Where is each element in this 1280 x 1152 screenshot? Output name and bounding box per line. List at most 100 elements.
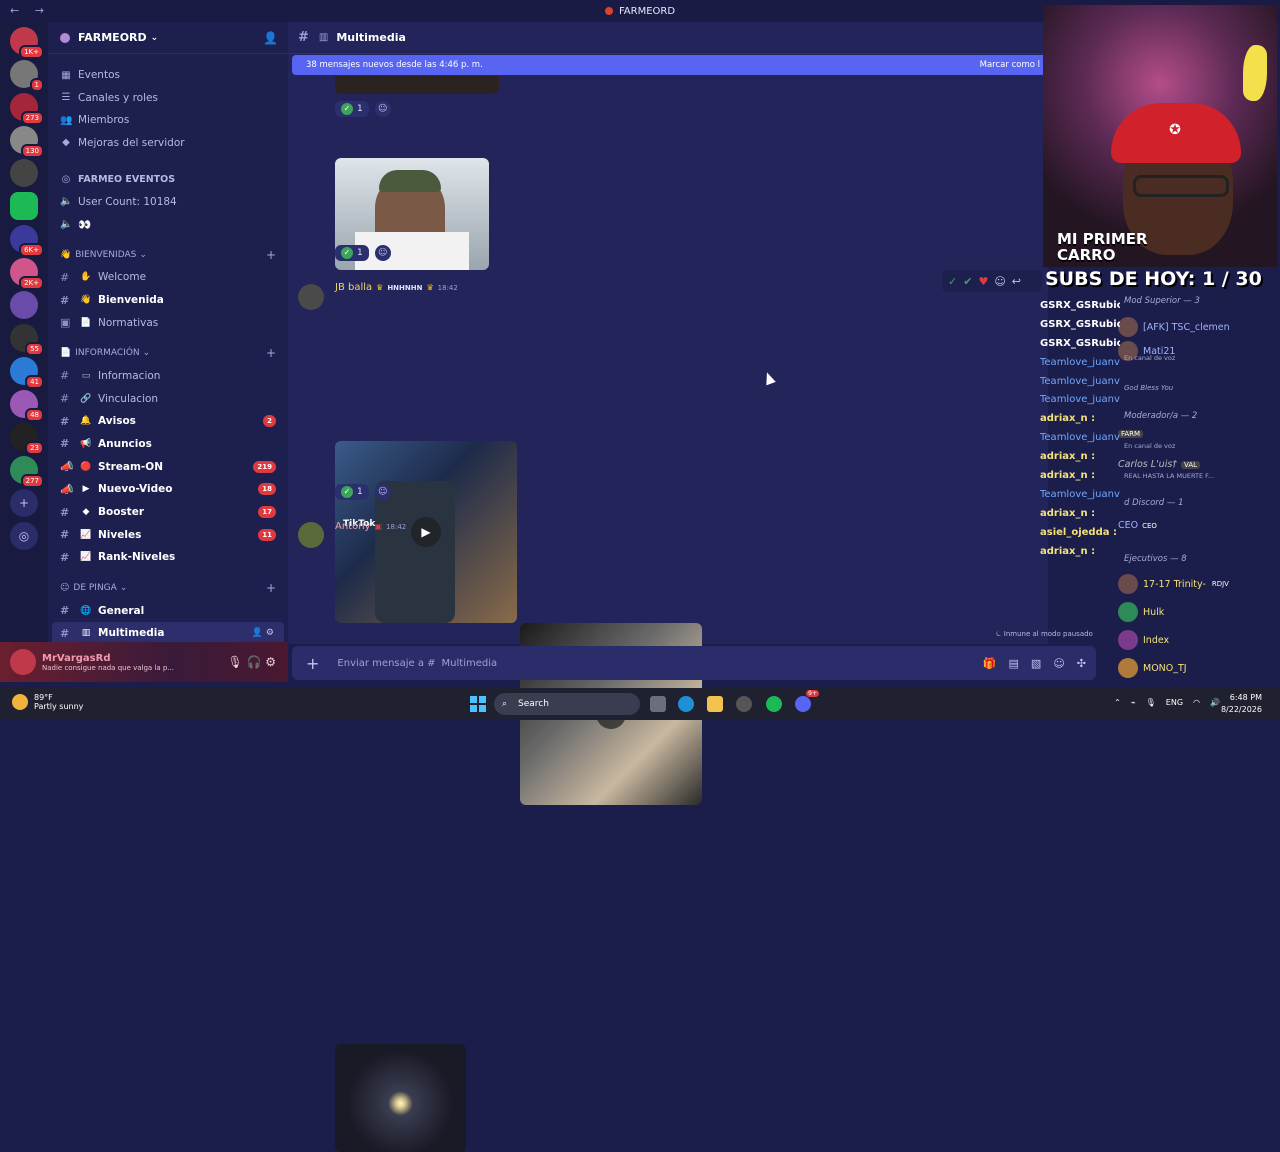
system-tray[interactable]: ⌃ ⌁ 🎙 ENG ◠ 🔊 (1114, 698, 1220, 707)
member-item[interactable]: Hulk (1118, 602, 1164, 622)
server-icon[interactable]: 1 (10, 60, 44, 92)
play-icon[interactable]: ▶ (411, 517, 441, 547)
video-attachment[interactable]: TikTok ▶ (335, 441, 517, 623)
server-icon[interactable]: 1K+ (10, 27, 44, 59)
user-count-channel[interactable]: 🔈 User Count: 10184 (48, 191, 288, 214)
gift-icon[interactable]: 🎁 (983, 657, 997, 670)
reply-icon[interactable]: ↩ (1012, 275, 1021, 288)
taskbar-search[interactable]: ⌕ Search (494, 693, 640, 715)
chevron-up-icon[interactable]: ⌃ (1114, 698, 1121, 707)
add-channel-icon[interactable]: + (266, 346, 276, 360)
emoji-icon[interactable]: ☺ (994, 275, 1005, 288)
gif-icon[interactable]: ▤ (1009, 657, 1019, 670)
section-farmeo-eventos[interactable]: ◎ FARMEO EVENTOS (48, 168, 288, 191)
avatar[interactable] (298, 522, 324, 548)
server-icon[interactable] (10, 192, 38, 220)
server-icon[interactable]: 23 (10, 423, 44, 455)
discover-icon[interactable]: ◎ (10, 522, 38, 550)
channel-bienvenida[interactable]: # 👋 Bienvenida (48, 289, 288, 312)
server-icon[interactable] (10, 291, 38, 319)
channel-rank-niveles[interactable]: # 📈 Rank-Niveles (48, 546, 288, 569)
user-controls[interactable]: 🎙 🎧 ⚙ (227, 655, 276, 669)
server-icon[interactable]: 2K+ (10, 258, 44, 290)
edge-icon[interactable] (678, 696, 694, 712)
menu-eventos[interactable]: ▦ Eventos (48, 64, 288, 87)
channel-niveles[interactable]: # 📈 Niveles 11 (48, 523, 288, 546)
channel-general[interactable]: # 🌐 General (48, 599, 288, 622)
server-icon[interactable]: 6K+ (10, 225, 44, 257)
mark-read-button[interactable]: Marcar como l (980, 60, 1040, 70)
channel-welcome[interactable]: # ✋ Welcome (48, 266, 288, 289)
check-icon[interactable]: ✔ (963, 275, 972, 288)
apps-icon[interactable]: ✣ (1077, 657, 1086, 670)
avatar[interactable] (10, 649, 36, 675)
mic-icon[interactable]: 🎙 (1146, 698, 1156, 707)
author-name[interactable]: JB balla (335, 282, 372, 293)
add-reaction-icon[interactable]: ☺ (374, 484, 391, 500)
heart-icon[interactable]: ♥ (978, 275, 988, 288)
add-attachment-icon[interactable]: + (306, 654, 319, 673)
task-view-icon[interactable] (650, 696, 666, 712)
discord-icon[interactable]: 9+ (795, 690, 819, 712)
channel-anuncios[interactable]: # 📢 Anuncios (48, 433, 288, 456)
obs-icon[interactable] (736, 696, 752, 712)
previous-image[interactable] (335, 76, 499, 94)
file-explorer-icon[interactable] (707, 696, 723, 712)
member-item[interactable]: Carlos L'uis† VAL (1118, 459, 1201, 470)
member-item[interactable]: [AFK] TSC_clemen (1118, 317, 1230, 337)
emoji-icon[interactable]: ☺ (1053, 657, 1064, 670)
volume-icon[interactable]: 🔊 (1210, 698, 1220, 707)
member-item[interactable]: 17-17 Trinity- RDJV (1118, 574, 1229, 594)
author-name[interactable]: Antony (335, 521, 370, 532)
avatar[interactable] (298, 284, 324, 310)
channel-booster[interactable]: # ◆ Booster 17 (48, 501, 288, 524)
channel-avisos[interactable]: # 🔔 Avisos 2 (48, 410, 288, 433)
server-icon[interactable]: 273 (10, 93, 44, 125)
server-icon[interactable]: 41 (10, 357, 44, 389)
member-item[interactable]: CEO CEO (1118, 520, 1157, 531)
server-icon[interactable]: 277 (10, 456, 44, 488)
server-icon[interactable] (10, 159, 38, 187)
start-button[interactable] (470, 696, 486, 712)
category-de-pinga[interactable]: ☺ DE PINGA ⌄ + (48, 577, 288, 600)
add-reaction-icon[interactable]: ☺ (374, 101, 391, 117)
network-icon[interactable]: ⌁ (1131, 698, 1136, 707)
channel-normativas[interactable]: ▣ 📄 Normativas (48, 311, 288, 334)
server-icon[interactable]: 48 (10, 390, 44, 422)
composer-tools[interactable]: 🎁 ▤ ▧ ☺ ✣ (983, 657, 1086, 670)
menu-miembros[interactable]: 👥 Miembros (48, 109, 288, 132)
menu-canales-roles[interactable]: ☰ Canales y roles (48, 87, 288, 110)
add-channel-icon[interactable]: + (266, 581, 276, 595)
reaction-check[interactable]: ✓ 1 (335, 245, 369, 261)
wifi-icon[interactable]: ◠ (1193, 698, 1200, 707)
add-server-icon[interactable]: + (10, 489, 38, 517)
channel-stream-on[interactable]: 📣 🔴 Stream-ON 219 (48, 455, 288, 478)
server-icon[interactable]: 55 (10, 324, 44, 356)
nav-arrows[interactable]: ← → (10, 4, 50, 17)
clock[interactable]: 6:48 PM 8/22/2026 (1221, 692, 1262, 716)
channel-nuevo-video[interactable]: 📣 ▶ Nuevo-Video 18 (48, 478, 288, 501)
language-indicator[interactable]: ENG (1166, 698, 1183, 707)
voice-eyes-channel[interactable]: 🔈 👀 (48, 213, 288, 236)
moon-image[interactable] (335, 1044, 466, 1152)
message-hover-toolbar[interactable]: ✓ ✔ ♥ ☺ ↩ (942, 270, 1042, 292)
menu-mejoras[interactable]: ◆ Mejoras del servidor (48, 132, 288, 155)
server-header[interactable]: FARMEORD ⌄ 👤 (48, 22, 288, 54)
new-messages-bar[interactable]: 38 mensajes nuevos desde las 4:46 p. m. … (292, 55, 1048, 75)
channel-settings-icon[interactable]: 👤 ⚙ (252, 628, 274, 638)
channel-informacion[interactable]: # ▭ Informacion (48, 365, 288, 388)
sticker-icon[interactable]: ▧ (1031, 657, 1041, 670)
check-icon[interactable]: ✓ (948, 275, 957, 288)
spotify-icon[interactable] (766, 696, 782, 712)
category-informacion[interactable]: 📄 INFORMACIÓN ⌄ + (48, 342, 288, 365)
weather-widget[interactable]: 89°F Partly sunny (12, 693, 83, 711)
message-composer[interactable]: + Enviar mensaje a # Multimedia 🎁 ▤ ▧ ☺ … (292, 646, 1096, 680)
add-reaction-icon[interactable]: ☺ (374, 245, 391, 261)
server-icon[interactable]: 130 (10, 126, 44, 158)
category-bienvenidas[interactable]: 👋 BIENVENIDAS ⌄ + (48, 244, 288, 267)
reaction-check[interactable]: ✓ 1 (335, 101, 369, 117)
add-member-icon[interactable]: 👤 (263, 31, 278, 45)
member-item[interactable]: Index (1118, 630, 1169, 650)
reaction-check[interactable]: ✓ 1 (335, 484, 369, 500)
channel-vinculacion[interactable]: # 🔗 Vinculacion (48, 387, 288, 410)
